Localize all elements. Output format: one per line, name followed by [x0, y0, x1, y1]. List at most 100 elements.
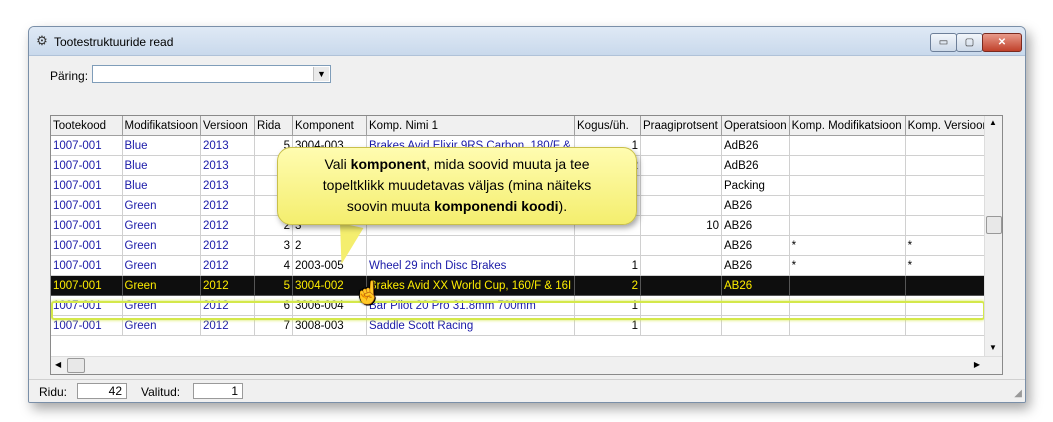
- table-cell[interactable]: *: [789, 255, 906, 276]
- table-cell[interactable]: 2012: [200, 195, 256, 216]
- scroll-down-icon[interactable]: ▼: [989, 343, 997, 352]
- table-cell[interactable]: [640, 195, 723, 216]
- table-cell[interactable]: 2013: [200, 155, 256, 176]
- close-button[interactable]: ✕: [982, 33, 1022, 52]
- table-cell[interactable]: [789, 315, 906, 336]
- column-header[interactable]: Komponent: [292, 116, 368, 136]
- column-header[interactable]: Versioon: [200, 116, 256, 136]
- table-cell[interactable]: *: [905, 235, 992, 256]
- column-header[interactable]: Komp. Nimi 1: [366, 116, 576, 136]
- table-cell[interactable]: AB26: [721, 195, 790, 216]
- table-cell[interactable]: 5: [254, 275, 294, 296]
- table-cell[interactable]: [905, 195, 992, 216]
- table-cell[interactable]: [789, 275, 906, 296]
- table-row[interactable]: 1007-001 Green 2012 3 2 AB26 * *: [51, 235, 992, 256]
- table-cell[interactable]: Saddle Scott Racing: [366, 315, 576, 336]
- table-cell[interactable]: Green: [122, 235, 202, 256]
- table-cell[interactable]: 1007-001: [51, 155, 123, 176]
- table-cell[interactable]: [905, 215, 992, 236]
- table-cell[interactable]: [640, 295, 723, 316]
- table-cell[interactable]: 4: [254, 255, 294, 276]
- table-cell[interactable]: 2012: [200, 215, 256, 236]
- chevron-down-icon[interactable]: ▼: [313, 67, 329, 81]
- table-cell[interactable]: [366, 235, 576, 256]
- table-cell[interactable]: AdB26: [721, 155, 790, 176]
- table-cell[interactable]: 1007-001: [51, 195, 123, 216]
- table-cell[interactable]: [574, 235, 642, 256]
- table-cell[interactable]: 10: [640, 215, 723, 236]
- table-cell[interactable]: [905, 275, 992, 296]
- scroll-left-icon[interactable]: ◀: [55, 360, 61, 369]
- table-cell[interactable]: 6: [254, 295, 294, 316]
- table-cell[interactable]: 1: [574, 315, 642, 336]
- table-cell[interactable]: 2012: [200, 235, 256, 256]
- table-cell[interactable]: Packing: [721, 175, 790, 196]
- table-cell[interactable]: [640, 275, 723, 296]
- table-row[interactable]: 1007-001 Green 2012 5 3004-002 Brakes Avid XX…: [51, 275, 992, 296]
- table-cell[interactable]: [905, 135, 992, 156]
- horizontal-scrollbar[interactable]: ◀ ▶: [51, 356, 1002, 374]
- table-cell[interactable]: 2012: [200, 255, 256, 276]
- column-header[interactable]: Kogus/üh.: [574, 116, 642, 136]
- table-cell[interactable]: 2012: [200, 295, 256, 316]
- table-cell[interactable]: 1007-001: [51, 275, 123, 296]
- table-cell[interactable]: [789, 295, 906, 316]
- scroll-up-icon[interactable]: ▲: [989, 118, 997, 127]
- table-cell[interactable]: *: [789, 235, 906, 256]
- vertical-scrollbar[interactable]: ▲ ▼: [984, 116, 1002, 356]
- horizontal-scroll-thumb[interactable]: [67, 358, 85, 373]
- column-header[interactable]: Modifikatsioon: [122, 116, 202, 136]
- table-cell[interactable]: 2013: [200, 175, 256, 196]
- table-cell[interactable]: AB26: [721, 235, 790, 256]
- table-cell[interactable]: AB26: [721, 215, 790, 236]
- table-cell[interactable]: 1007-001: [51, 135, 123, 156]
- table-cell[interactable]: [640, 255, 723, 276]
- table-row[interactable]: 1007-001 Green 2012 6 3006-004 Bar Pilot 20 P…: [51, 295, 992, 316]
- table-cell[interactable]: 3008-003: [292, 315, 368, 336]
- table-cell[interactable]: 1: [574, 295, 642, 316]
- table-cell[interactable]: AdB26: [721, 135, 790, 156]
- table-cell[interactable]: Green: [122, 275, 202, 296]
- column-header[interactable]: Rida: [254, 116, 294, 136]
- table-cell[interactable]: 2012: [200, 315, 256, 336]
- table-cell[interactable]: Blue: [122, 175, 202, 196]
- table-cell[interactable]: [721, 295, 790, 316]
- table-cell[interactable]: Brakes Avid XX World Cup, 160/F & 16I: [366, 275, 576, 296]
- table-cell[interactable]: [905, 175, 992, 196]
- table-cell[interactable]: AB26: [721, 275, 790, 296]
- table-cell[interactable]: Blue: [122, 135, 202, 156]
- table-cell[interactable]: 1007-001: [51, 235, 123, 256]
- table-cell[interactable]: 1: [574, 255, 642, 276]
- column-header[interactable]: Praagiprotsent: [640, 116, 723, 136]
- table-cell[interactable]: 2: [574, 275, 642, 296]
- table-cell[interactable]: [640, 155, 723, 176]
- table-cell[interactable]: Wheel 29 inch Disc Brakes: [366, 255, 576, 276]
- minimize-button[interactable]: ▭: [930, 33, 957, 52]
- table-cell[interactable]: [905, 295, 992, 316]
- table-cell[interactable]: 1007-001: [51, 215, 123, 236]
- column-header[interactable]: Komp. Modifikatsioon: [789, 116, 906, 136]
- table-cell[interactable]: AB26: [721, 255, 790, 276]
- table-cell[interactable]: Green: [122, 255, 202, 276]
- table-cell[interactable]: 1007-001: [51, 315, 123, 336]
- table-cell[interactable]: 1007-001: [51, 175, 123, 196]
- table-cell[interactable]: [789, 175, 906, 196]
- column-header[interactable]: Operatsioon: [721, 116, 790, 136]
- table-cell[interactable]: [640, 235, 723, 256]
- column-header[interactable]: Komp. Versioon: [905, 116, 992, 136]
- maximize-button[interactable]: ▢: [956, 33, 983, 52]
- table-cell[interactable]: [905, 315, 992, 336]
- scroll-right-icon[interactable]: ▶: [974, 360, 980, 369]
- table-cell[interactable]: [640, 315, 723, 336]
- query-dropdown[interactable]: ▼: [92, 65, 331, 83]
- table-cell[interactable]: 2013: [200, 135, 256, 156]
- table-cell[interactable]: 3: [254, 235, 294, 256]
- table-cell[interactable]: [789, 135, 906, 156]
- column-header[interactable]: Tootekood: [51, 116, 123, 136]
- table-cell[interactable]: [789, 215, 906, 236]
- table-cell[interactable]: [789, 155, 906, 176]
- table-cell[interactable]: 2012: [200, 275, 256, 296]
- resize-grip-icon[interactable]: ◢: [1014, 388, 1022, 399]
- table-cell[interactable]: 7: [254, 315, 294, 336]
- table-cell[interactable]: [640, 135, 723, 156]
